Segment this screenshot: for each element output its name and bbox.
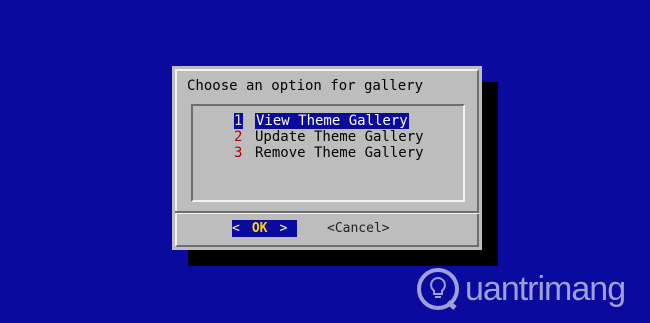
button-separator-highlight <box>175 213 479 214</box>
menu-item-label: View Theme Gallery <box>255 113 409 129</box>
menu-item-view-theme-gallery[interactable]: 1 View Theme Gallery <box>234 113 409 129</box>
menu-item-update-theme-gallery[interactable]: 2 Update Theme Gallery <box>234 129 424 145</box>
menu-item-tag: 3 <box>234 145 243 161</box>
menu-item-label: Remove Theme Gallery <box>255 145 424 161</box>
watermark-text: uantrimang <box>465 270 626 308</box>
menu-list: 1 View Theme Gallery 2 Update Theme Galler… <box>191 104 465 202</box>
menu-item-label: Update Theme Gallery <box>255 129 424 145</box>
menu-item-tag: 2 <box>234 129 243 145</box>
ok-button-label: OK <box>251 221 268 236</box>
cancel-button[interactable]: <Cancel> <box>327 220 390 237</box>
menu-item-tag: 1 <box>234 113 243 129</box>
menu-item-remove-theme-gallery[interactable]: 3 Remove Theme Gallery <box>234 145 424 161</box>
watermark: uantrimang <box>415 266 645 312</box>
ok-left-bracket: < <box>232 221 240 236</box>
dialog-title: Choose an option for gallery <box>187 78 424 94</box>
lightbulb-icon <box>417 268 459 310</box>
gallery-dialog: Choose an option for gallery 1 View Theme… <box>172 66 482 250</box>
ok-button[interactable]: < OK > <box>232 220 297 237</box>
ok-right-bracket: > <box>279 221 288 236</box>
